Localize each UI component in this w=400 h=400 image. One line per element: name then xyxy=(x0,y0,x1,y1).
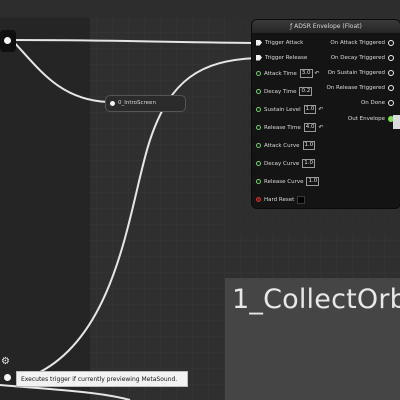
pin-label: On Done xyxy=(360,100,385,106)
exec-out-pin-icon[interactable] xyxy=(388,84,394,91)
float-pin-icon[interactable] xyxy=(256,179,261,184)
bool-pin-icon[interactable] xyxy=(256,197,261,202)
wire-trigger-attack xyxy=(11,39,259,44)
input-pin[interactable] xyxy=(110,101,115,106)
input-release-time[interactable]: Release Time 4.0 ↶ xyxy=(256,122,323,134)
exec-output-pin-lower[interactable] xyxy=(4,374,11,381)
float-pin-icon[interactable] xyxy=(256,161,261,166)
pin-label: Sustain Level xyxy=(264,107,301,113)
input-attack-time[interactable]: Attack Time 3.0 ↶ xyxy=(256,68,320,80)
input-decay-time[interactable]: Decay Time 0.2 xyxy=(256,86,313,98)
pin-label: Trigger Release xyxy=(265,55,308,61)
input-sustain-level[interactable]: Sustain Level 1.0 ↶ xyxy=(256,104,323,116)
float-pin-icon[interactable] xyxy=(256,125,261,130)
sustain-level-field[interactable]: 1.0 xyxy=(303,105,317,114)
output-on-release-triggered[interactable]: On Release Triggered xyxy=(326,82,394,94)
pin-label: On Attack Triggered xyxy=(330,40,385,46)
exec-pin-icon[interactable] xyxy=(256,54,262,61)
input-decay-curve[interactable]: Decay Curve 1.0 xyxy=(256,158,315,170)
pin-label: Release Curve xyxy=(264,179,304,185)
pin-label: On Decay Triggered xyxy=(330,55,385,61)
pin-label: Attack Curve xyxy=(264,143,300,149)
pin-label: Release Time xyxy=(264,125,301,131)
exec-out-pin-icon[interactable] xyxy=(388,54,394,61)
node-intro-screen-label: 0_IntroScreen xyxy=(118,100,156,106)
pin-label: Attack Time xyxy=(264,71,297,77)
input-trigger-attack[interactable]: Trigger Attack xyxy=(256,37,303,49)
attack-curve-field[interactable]: 1.0 xyxy=(302,141,316,150)
release-time-field[interactable]: 4.0 xyxy=(303,123,317,132)
float-pin-icon[interactable] xyxy=(256,71,261,76)
pin-label: Decay Time xyxy=(264,89,297,95)
output-on-decay-triggered[interactable]: On Decay Triggered xyxy=(331,52,394,64)
pin-label: On Sustain Triggered xyxy=(327,70,385,76)
node-title: ƒ ADSR Envelope (Float) xyxy=(252,20,400,33)
tooltip: Executes trigger if currently previewing… xyxy=(16,371,188,387)
pin-label: Out Envelope xyxy=(347,116,385,122)
input-attack-curve[interactable]: Attack Curve 1.0 xyxy=(256,140,316,152)
wire-intro-screen xyxy=(11,39,109,103)
pin-label: Hard Reset xyxy=(264,197,295,203)
float-pin-icon[interactable] xyxy=(256,107,261,112)
node-intro-screen[interactable]: 0_IntroScreen xyxy=(105,95,186,112)
reset-arrow-icon[interactable]: ↶ xyxy=(318,104,323,116)
reset-arrow-icon[interactable]: ↶ xyxy=(318,122,323,134)
output-on-sustain-triggered[interactable]: On Sustain Triggered xyxy=(328,67,394,79)
decay-time-field[interactable]: 0.2 xyxy=(299,87,313,96)
attack-time-field[interactable]: 3.0 xyxy=(299,69,313,78)
exec-out-pin-icon[interactable] xyxy=(388,99,394,106)
output-on-attack-triggered[interactable]: On Attack Triggered xyxy=(330,37,394,49)
float-pin-icon[interactable] xyxy=(256,143,261,148)
settings-gear-icon[interactable]: ⚙ xyxy=(1,356,10,367)
pin-label: Trigger Attack xyxy=(265,40,304,46)
exec-pin-icon[interactable] xyxy=(256,39,262,46)
exec-out-pin-icon[interactable] xyxy=(388,39,394,46)
output-on-done[interactable]: On Done xyxy=(361,97,394,109)
reset-arrow-icon[interactable]: ↶ xyxy=(315,68,320,80)
graph-canvas[interactable]: 1_CollectOrbu 0_IntroScreen ƒ ADSR Envel… xyxy=(0,0,400,400)
exec-output-pin[interactable] xyxy=(4,37,11,44)
release-curve-field[interactable]: 1.0 xyxy=(306,177,320,186)
float-pin-icon[interactable] xyxy=(256,89,261,94)
output-out-envelope[interactable]: Out Envelope xyxy=(348,113,394,125)
adsr-envelope-node[interactable]: ƒ ADSR Envelope (Float) Trigger Attack T… xyxy=(252,20,400,208)
hard-reset-checkbox[interactable] xyxy=(297,195,306,204)
exec-out-pin-icon[interactable] xyxy=(388,69,394,76)
pin-label: On Release Triggered xyxy=(326,85,385,91)
input-trigger-release[interactable]: Trigger Release xyxy=(256,52,307,64)
pin-label: Decay Curve xyxy=(264,161,300,167)
decay-curve-field[interactable]: 1.0 xyxy=(302,159,315,168)
input-hard-reset[interactable]: Hard Reset xyxy=(256,194,306,206)
offscreen-node-edge[interactable] xyxy=(393,115,400,129)
input-release-curve[interactable]: Release Curve 1.0 xyxy=(256,176,320,188)
